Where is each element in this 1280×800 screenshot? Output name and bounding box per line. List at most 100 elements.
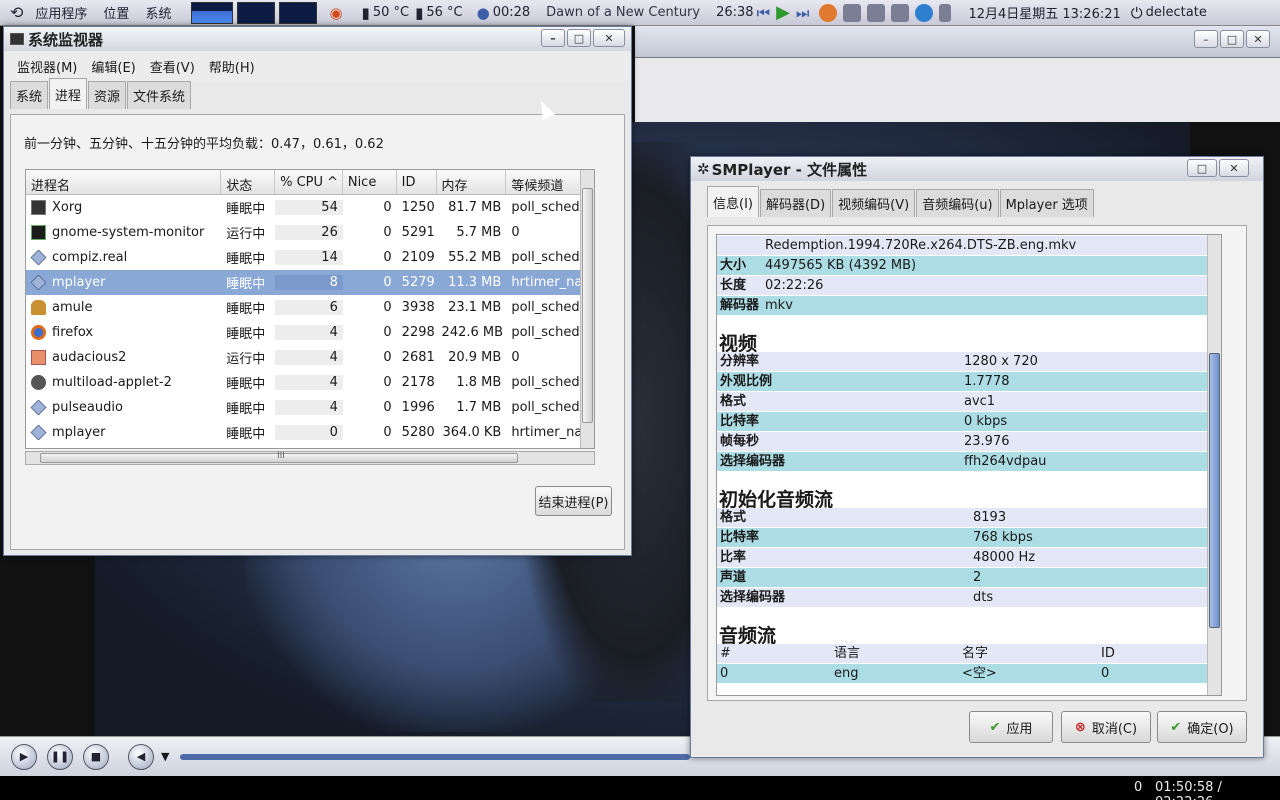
minimize-icon[interactable]: – xyxy=(541,29,565,47)
close-icon[interactable]: ✕ xyxy=(1246,30,1270,48)
stream-cell: 0 xyxy=(1098,664,1207,683)
stream-col: ID xyxy=(1098,644,1207,663)
apply-button[interactable]: ✔ 应用 xyxy=(969,711,1053,743)
end-process-button[interactable]: 结束进程(P) xyxy=(535,486,612,516)
tray-tools-icon[interactable] xyxy=(843,3,862,22)
stop-icon[interactable]: ■ xyxy=(83,743,109,770)
seek-bar[interactable] xyxy=(180,754,690,760)
file-properties-window: ✲ SMPlayer - 文件属性 □ ✕ 信息(I) 解码器(D) 视频编码(… xyxy=(690,156,1264,758)
table-vscrollbar[interactable] xyxy=(580,170,594,448)
table-row[interactable]: Xorg 睡眠中 54 0 1250 81.7 MB poll_schedule xyxy=(26,195,594,220)
maximize-icon[interactable]: □ xyxy=(1187,159,1217,177)
tray-device-icon[interactable] xyxy=(867,3,886,22)
table-row[interactable]: multiload-applet-2 睡眠中 4 0 2178 1.8 MB poll_sc… xyxy=(26,370,594,395)
table-row[interactable]: amule 睡眠中 6 0 3938 23.1 MB poll_schedule xyxy=(26,295,594,320)
col-state[interactable]: 状态 xyxy=(221,170,276,194)
process-table: 进程名 状态 % CPU ^ Nice ID 内存 等候频道 Xorg 睡眠中 54… xyxy=(25,169,595,449)
info-vscrollbar[interactable] xyxy=(1207,235,1221,695)
menu-help[interactable]: 帮助(H) xyxy=(209,57,255,76)
table-hscrollbar[interactable]: III xyxy=(25,451,595,465)
volume-icon[interactable] xyxy=(939,3,952,22)
pause-icon[interactable]: ❚❚ xyxy=(47,743,73,770)
next-track-icon[interactable]: ⏭ xyxy=(796,0,810,26)
tab-audio-codec[interactable]: 音频编码(u) xyxy=(916,189,999,217)
table-row[interactable]: mplayer睡眠中80527911.3 MBhrtimer_nanos xyxy=(26,270,594,295)
tab-video-codec[interactable]: 视频编码(V) xyxy=(832,189,916,217)
col-nice[interactable]: Nice xyxy=(343,170,397,194)
menu-monitor[interactable]: 监视器(M) xyxy=(17,57,77,76)
cancel-button[interactable]: ⊗ 取消(C) xyxy=(1061,711,1151,743)
tab-demuxer[interactable]: 解码器(D) xyxy=(759,189,832,217)
col-cpu-label: % CPU xyxy=(280,175,323,190)
table-row[interactable]: pulseaudio 睡眠中 4 0 1996 1.7 MB poll_schedule xyxy=(26,395,594,420)
cell-mem: 364.0 KB xyxy=(442,425,502,440)
tray-link-icon[interactable] xyxy=(915,3,934,22)
info-row: 大小 4497565 KB (4392 MB) xyxy=(717,256,1207,275)
menu-edit[interactable]: 编辑(E) xyxy=(91,57,135,76)
table-row[interactable]: mplayer睡眠中005280364.0 KBhrtimer_nanos xyxy=(26,420,594,445)
table-row[interactable]: firefox 睡眠中 4 0 2298 242.6 MB poll_schedule xyxy=(26,320,594,345)
video-rows: 分辨率 1280 x 720 外观比例 1.7778 格式 avc1 比特率 0 kbps 帧每… xyxy=(717,352,1207,471)
cell-nice: 0 xyxy=(383,225,392,240)
tab-mplayer-options[interactable]: Mplayer 选项 xyxy=(999,189,1094,217)
close-icon[interactable]: ✕ xyxy=(1219,159,1249,177)
menu-system[interactable]: 系统 xyxy=(137,0,179,26)
stream-header: # 语言 名字 ID xyxy=(717,644,1207,663)
cell-id: 2681 xyxy=(401,350,435,365)
ok-button[interactable]: ✔ 确定(O) xyxy=(1157,711,1247,743)
menu-places[interactable]: 位置 xyxy=(95,0,137,26)
cpu-graph-icon[interactable] xyxy=(191,1,234,24)
tray-app-icon[interactable] xyxy=(819,3,838,22)
net-graph-icon[interactable] xyxy=(279,1,318,24)
tray-network-icon[interactable] xyxy=(891,3,910,22)
maximize-icon[interactable]: □ xyxy=(1220,30,1244,48)
power-icon[interactable]: ⏻ xyxy=(1131,0,1143,26)
user-name[interactable]: delectate xyxy=(1146,0,1215,26)
col-name[interactable]: 进程名 xyxy=(26,170,222,194)
cell-nice: 0 xyxy=(383,300,392,315)
col-cpu[interactable]: % CPU ^ xyxy=(275,170,343,194)
tab-system[interactable]: 系统 xyxy=(10,81,49,109)
ubuntu-icon[interactable]: ◉ xyxy=(329,0,342,26)
prev-track-icon[interactable]: ⏮ xyxy=(757,0,771,26)
cancel-label: 取消(C) xyxy=(1091,721,1138,737)
props-titlebar[interactable]: ✲ SMPlayer - 文件属性 □ ✕ xyxy=(691,157,1263,181)
tab-info[interactable]: 信息(I) xyxy=(707,186,759,217)
scroll-thumb[interactable]: III xyxy=(40,451,518,463)
monitor-icon xyxy=(31,200,46,215)
play-track-icon[interactable]: ▶ xyxy=(776,0,790,26)
cell-id: 1250 xyxy=(401,200,435,215)
table-row[interactable]: audacious2 运行中 4 0 2681 20.9 MB 0 xyxy=(26,345,594,370)
gnome-logo-icon[interactable]: ⟲ xyxy=(0,0,27,26)
process-name-cell: Xorg xyxy=(26,200,221,215)
tab-filesystems[interactable]: 文件系统 xyxy=(127,81,192,109)
minimize-icon[interactable]: – xyxy=(1194,30,1218,48)
info-key: 比特率 xyxy=(717,412,961,431)
now-playing-track[interactable]: Dawn of a New Century xyxy=(530,0,716,26)
info-value: ffh264vdpau xyxy=(961,452,1207,471)
cell-id: 2109 xyxy=(401,250,435,265)
menu-applications[interactable]: 应用程序 xyxy=(27,0,95,26)
timer-icon[interactable]: ● xyxy=(477,0,490,26)
info-value: 768 kbps xyxy=(970,528,1207,547)
clock[interactable]: 12月4日星期五 13:26:21 xyxy=(968,0,1120,26)
table-row[interactable]: gnome-system-monitor 运行中 26 0 5291 5.7 MB 0 xyxy=(26,220,594,245)
table-row[interactable]: compiz.real 睡眠中 14 0 2109 55.2 MB poll_schedul… xyxy=(26,245,594,270)
tab-resources[interactable]: 资源 xyxy=(88,81,127,109)
cell-state: 睡眠中 xyxy=(226,377,266,392)
close-icon[interactable]: ✕ xyxy=(593,29,625,47)
tab-processes[interactable]: 进程 xyxy=(49,78,88,109)
scroll-thumb[interactable] xyxy=(582,188,593,423)
sysmon-titlebar[interactable]: 系统监视器 – □ ✕ xyxy=(4,27,631,51)
maximize-icon[interactable]: □ xyxy=(567,29,591,47)
rewind-icon[interactable]: ◀ xyxy=(128,743,154,770)
col-id[interactable]: ID xyxy=(397,170,437,194)
mem-graph-icon[interactable] xyxy=(237,1,276,24)
stream-row[interactable]: 0 eng <空> 0 xyxy=(717,664,1207,683)
play-icon[interactable]: ▶ xyxy=(11,743,37,770)
menu-view[interactable]: 查看(V) xyxy=(150,57,195,76)
chevron-down-icon[interactable]: ▼ xyxy=(161,750,169,763)
scroll-thumb[interactable] xyxy=(1209,353,1220,628)
cell-nice: 0 xyxy=(383,425,392,440)
col-memory[interactable]: 内存 xyxy=(437,170,507,194)
